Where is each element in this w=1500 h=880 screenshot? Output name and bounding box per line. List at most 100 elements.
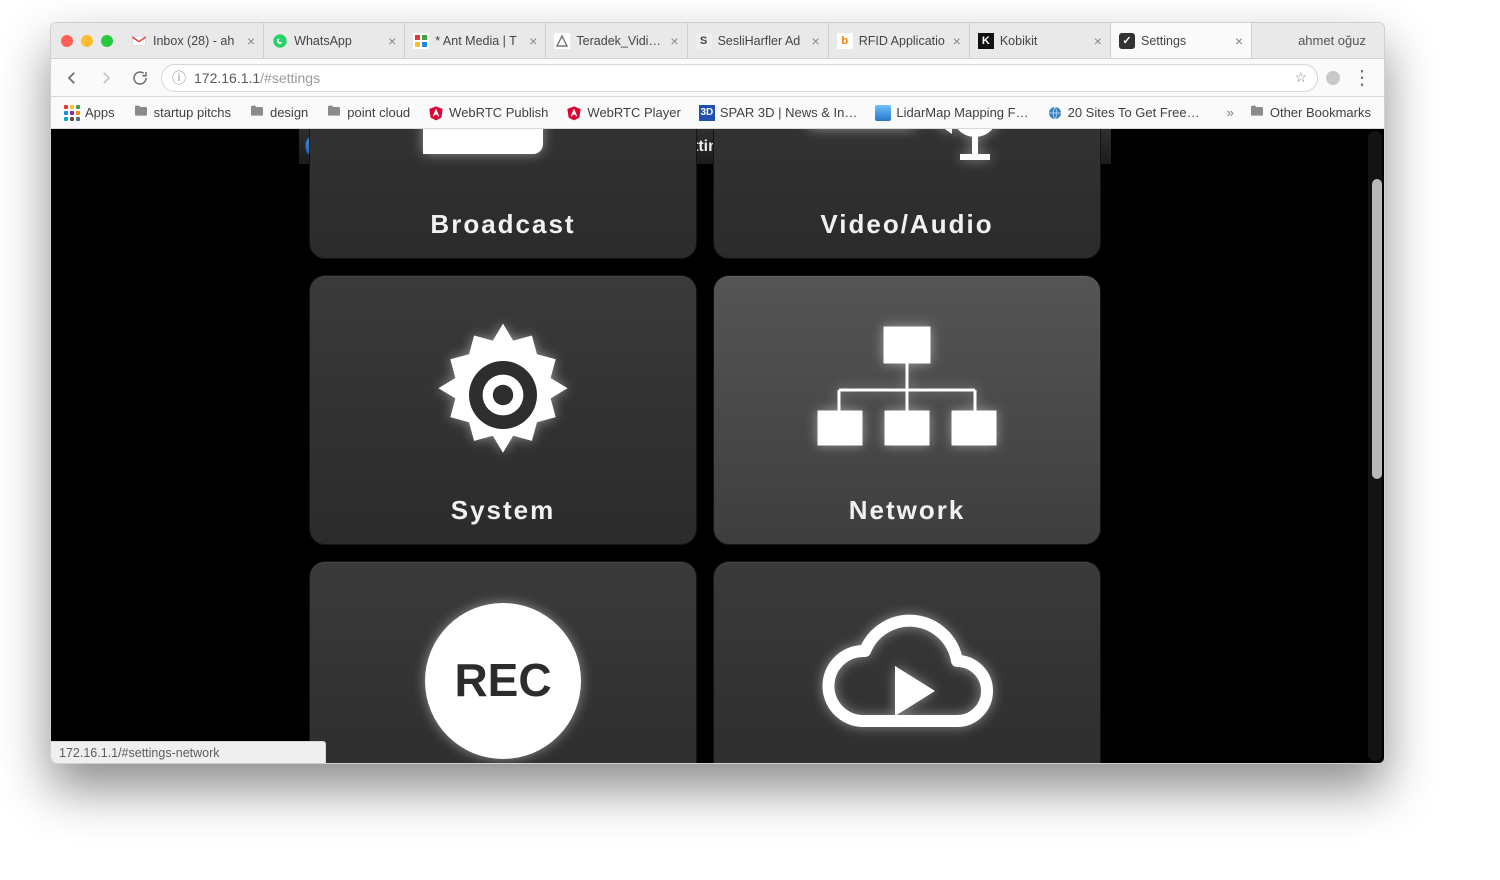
bookmark-star-icon[interactable]: ☆ — [1294, 69, 1307, 86]
lidar-icon — [875, 105, 891, 121]
tab-close-icon[interactable]: × — [812, 33, 820, 49]
broadcast-icon — [310, 129, 696, 198]
tab-label: Inbox (28) - ah — [153, 34, 241, 48]
browser-tab[interactable]: SSesliHarfler Ad× — [688, 23, 829, 58]
profile-name[interactable]: ahmet oğuz — [1280, 33, 1384, 48]
browser-tab[interactable]: ✓Settings× — [1111, 23, 1252, 58]
scrollbar-thumb[interactable] — [1372, 179, 1382, 479]
bookmark-item[interactable]: 20 Sites To Get Free… — [1040, 102, 1207, 124]
tab-label: * Ant Media | T — [435, 34, 523, 48]
settings-tiles-grid: Broadcast Video/Audio System Network REC — [309, 129, 1101, 763]
bookmark-item[interactable]: WebRTC Player — [559, 102, 687, 124]
cloud-icon — [714, 592, 1100, 763]
folder-icon — [133, 103, 149, 122]
tile-label: Network — [849, 495, 966, 526]
bookmark-label: design — [270, 105, 308, 120]
tab-close-icon[interactable]: × — [1235, 33, 1243, 49]
bookmarks-bar: Apps startup pitchs design point cloud WebRT… — [51, 97, 1384, 129]
settings-app: ✓ Done Settings BroadcastVideo/AudioSyst… — [299, 129, 1111, 763]
network-icon — [714, 306, 1100, 484]
forward-button[interactable] — [93, 65, 119, 91]
apps-icon — [64, 105, 80, 121]
tab-close-icon[interactable]: × — [953, 33, 961, 49]
bookmark-label: WebRTC Player — [587, 105, 680, 120]
tab-close-icon[interactable]: × — [1094, 33, 1102, 49]
bookmark-label: WebRTC Publish — [449, 105, 548, 120]
angular-icon — [566, 105, 582, 121]
tab-label: Settings — [1141, 34, 1229, 48]
browser-tab[interactable]: WhatsApp × — [264, 23, 405, 58]
tab-favicon — [131, 33, 147, 49]
tab-favicon: K — [978, 33, 994, 49]
gear-icon — [310, 306, 696, 484]
tab-label: Kobikit — [1000, 34, 1088, 48]
settings-tile-videoaudio[interactable]: Video/Audio — [713, 129, 1101, 259]
settings-tile-system[interactable]: System — [309, 275, 697, 545]
settings-tile-record[interactable]: REC — [309, 561, 697, 763]
address-bar[interactable]: ⓘ 172.16.1.1/#settings ☆ — [161, 64, 1318, 92]
folder-icon — [326, 103, 342, 122]
angular-icon — [428, 105, 444, 121]
settings-tile-cloud[interactable] — [713, 561, 1101, 763]
reload-button[interactable] — [127, 65, 153, 91]
browser-tab[interactable]: Inbox (28) - ah × — [123, 23, 264, 58]
url-host: 172.16.1.1 — [194, 70, 260, 86]
bookmark-item[interactable]: WebRTC Publish — [421, 102, 555, 124]
back-button[interactable] — [59, 65, 85, 91]
maximize-window-button[interactable] — [101, 35, 113, 47]
close-window-button[interactable] — [61, 35, 73, 47]
tile-label: Broadcast — [430, 209, 575, 240]
folder-icon — [1249, 103, 1265, 122]
bookmark-label: SPAR 3D | News & In… — [720, 105, 858, 120]
page-viewport: ✓ Done Settings BroadcastVideo/AudioSyst… — [51, 129, 1384, 763]
bookmark-item[interactable]: 3D SPAR 3D | News & In… — [692, 102, 865, 124]
status-text: 172.16.1.1/#settings-network — [59, 746, 220, 760]
settings-tile-broadcast[interactable]: Broadcast — [309, 129, 697, 259]
browser-tab[interactable]: Teradek_VidiU_ × — [546, 23, 687, 58]
minimize-window-button[interactable] — [81, 35, 93, 47]
bookmark-label: Apps — [85, 105, 115, 120]
bookmark-label: LidarMap Mapping F… — [896, 105, 1028, 120]
tab-close-icon[interactable]: × — [247, 33, 255, 49]
bookmark-item[interactable]: startup pitchs — [126, 100, 238, 125]
svg-text:REC: REC — [454, 654, 551, 706]
tab-close-icon[interactable]: × — [388, 33, 396, 49]
videoaudio-icon — [714, 129, 1100, 198]
bookmark-label: startup pitchs — [154, 105, 231, 120]
browser-tab[interactable]: b RFID Applicatio × — [829, 23, 970, 58]
browser-tab[interactable]: * Ant Media | T × — [405, 23, 546, 58]
settings-tile-network[interactable]: Network — [713, 275, 1101, 545]
browser-menu-button[interactable]: ⋮ — [1348, 65, 1376, 90]
nav-toolbar: ⓘ 172.16.1.1/#settings ☆ ⋮ — [51, 59, 1384, 97]
tab-favicon — [413, 33, 429, 49]
tab-close-icon[interactable]: × — [670, 33, 678, 49]
bookmark-item[interactable]: point cloud — [319, 100, 417, 125]
titlebar: Inbox (28) - ah×WhatsApp×* Ant Media | T… — [51, 23, 1384, 59]
tile-label: System — [451, 495, 556, 526]
bookmark-item[interactable]: design — [242, 100, 315, 125]
tab-favicon: S — [696, 33, 712, 49]
tab-label: RFID Applicatio — [859, 34, 947, 48]
spar-icon: 3D — [699, 105, 715, 121]
tab-close-icon[interactable]: × — [529, 33, 537, 49]
other-bookmarks-button[interactable]: Other Bookmarks — [1242, 100, 1378, 125]
window-controls — [61, 35, 123, 47]
bookmark-label: point cloud — [347, 105, 410, 120]
tab-favicon — [272, 33, 288, 49]
tab-label: Teradek_VidiU_ — [576, 34, 664, 48]
tab-favicon: b — [837, 33, 853, 49]
site-info-icon[interactable]: ⓘ — [172, 68, 186, 88]
tab-favicon — [554, 33, 570, 49]
browser-tab[interactable]: K Kobikit × — [970, 23, 1111, 58]
bookmark-item[interactable]: LidarMap Mapping F… — [868, 102, 1035, 124]
bookmark-item[interactable]: Apps — [57, 102, 122, 124]
globe-icon — [1047, 105, 1063, 121]
profile-avatar-icon[interactable] — [1326, 71, 1340, 85]
status-bar: 172.16.1.1/#settings-network — [51, 741, 326, 763]
other-bookmarks-label: Other Bookmarks — [1270, 105, 1371, 120]
tab-strip: Inbox (28) - ah×WhatsApp×* Ant Media | T… — [123, 23, 1252, 58]
rec-icon: REC — [310, 592, 696, 763]
tab-label: WhatsApp — [294, 34, 382, 48]
bookmarks-overflow-button[interactable]: » — [1223, 105, 1238, 120]
browser-window: Inbox (28) - ah×WhatsApp×* Ant Media | T… — [50, 22, 1385, 764]
